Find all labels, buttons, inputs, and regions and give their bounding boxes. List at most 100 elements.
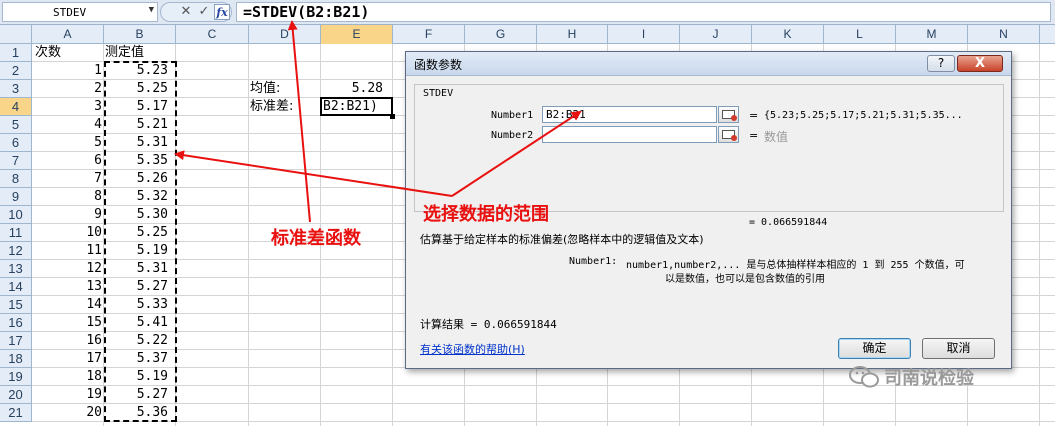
number1-ref-button[interactable] [718, 106, 739, 123]
column-header-a[interactable]: A [32, 25, 104, 44]
select-all-corner[interactable] [0, 25, 32, 44]
row-header-17[interactable]: 17 [0, 332, 32, 350]
cell-b1[interactable]: 测定值 [105, 44, 144, 62]
column-header-b[interactable]: B [104, 25, 176, 44]
cell-d4[interactable]: 标准差: [250, 98, 293, 116]
cell-a17[interactable]: 16 [32, 332, 102, 350]
cell-a12[interactable]: 11 [32, 242, 102, 260]
column-header-m[interactable]: M [896, 25, 968, 44]
active-cell-text: B2:B21) [323, 99, 378, 114]
cell-a21[interactable]: 20 [32, 404, 102, 422]
function-name: STDEV [420, 88, 457, 99]
cell-a9[interactable]: 8 [32, 188, 102, 206]
dialog-title: 函数参数 [414, 58, 463, 72]
formula-bar: STDEV ▼ ✕ ✓ fx =STDEV(B2:B21) [0, 0, 1055, 25]
number1-equals: = [749, 109, 759, 122]
range-select-icon [722, 130, 737, 141]
row-header-8[interactable]: 8 [0, 170, 32, 188]
cell-a5[interactable]: 4 [32, 116, 102, 134]
row-header-2[interactable]: 2 [0, 62, 32, 80]
cancel-button[interactable]: 取消 [922, 338, 995, 359]
cell-d3[interactable]: 均值: [250, 80, 280, 98]
chevron-down-icon[interactable]: ▼ [149, 5, 154, 15]
cancel-icon[interactable]: ✕ [178, 4, 194, 20]
cell-a16[interactable]: 15 [32, 314, 102, 332]
row-header-19[interactable]: 19 [0, 368, 32, 386]
fill-handle[interactable] [390, 114, 395, 119]
calc-result: 计算结果 = 0.066591844 [420, 318, 557, 331]
row-header-9[interactable]: 9 [0, 188, 32, 206]
help-button[interactable]: ? [927, 55, 955, 72]
row-header-7[interactable]: 7 [0, 152, 32, 170]
column-header-h[interactable]: H [537, 25, 608, 44]
insert-function-icon[interactable]: fx [214, 4, 230, 20]
row-header-15[interactable]: 15 [0, 296, 32, 314]
column-header-e[interactable]: E [321, 25, 393, 44]
row-header-10[interactable]: 10 [0, 206, 32, 224]
ok-button[interactable]: 确定 [838, 338, 911, 359]
number2-input[interactable] [542, 126, 717, 143]
column-header-d[interactable]: D [249, 25, 321, 44]
arg-help-name: Number1: [569, 256, 618, 267]
number2-equals: = [749, 129, 759, 142]
number2-result: 数值 [764, 130, 789, 144]
cell-a13[interactable]: 12 [32, 260, 102, 278]
row-header-3[interactable]: 3 [0, 80, 32, 98]
column-header-l[interactable]: L [824, 25, 896, 44]
formula-input[interactable]: =STDEV(B2:B21) [236, 2, 1051, 22]
column-header-j[interactable]: J [680, 25, 752, 44]
row-header-12[interactable]: 12 [0, 242, 32, 260]
arg-help-line2: 以是数值，也可以是包含数值的引用 [665, 274, 825, 285]
number1-label: Number1 [491, 110, 534, 121]
number2-label: Number2 [491, 130, 534, 141]
row-header-20[interactable]: 20 [0, 386, 32, 404]
cell-a15[interactable]: 14 [32, 296, 102, 314]
column-header-c[interactable]: C [176, 25, 249, 44]
cell-a14[interactable]: 13 [32, 278, 102, 296]
close-button[interactable]: X [957, 55, 1003, 72]
row-header-5[interactable]: 5 [0, 116, 32, 134]
row-header-1[interactable]: 1 [0, 44, 32, 62]
number1-input[interactable]: B2:B21 [542, 106, 717, 123]
cell-a20[interactable]: 19 [32, 386, 102, 404]
cell-e3[interactable]: 5.28 [320, 80, 383, 98]
row-header-4[interactable]: 4 [0, 98, 32, 116]
enter-icon[interactable]: ✓ [196, 4, 212, 20]
function-help-link[interactable]: 有关该函数的帮助(H) [420, 341, 525, 357]
arg-help-line1: number1,number2,... 是与总体抽样样本相应的 1 到 255 … [626, 260, 965, 271]
number2-ref-button[interactable] [718, 126, 739, 143]
cell-a4[interactable]: 3 [32, 98, 102, 116]
dialog-titlebar[interactable]: 函数参数 ? X [406, 52, 1011, 76]
active-cell-e4[interactable]: B2:B21) [320, 97, 393, 116]
row-header-18[interactable]: 18 [0, 350, 32, 368]
cell-a7[interactable]: 6 [32, 152, 102, 170]
cell-a18[interactable]: 17 [32, 350, 102, 368]
column-header-k[interactable]: K [752, 25, 824, 44]
cell-a3[interactable]: 2 [32, 80, 102, 98]
column-header-i[interactable]: I [608, 25, 680, 44]
cell-a8[interactable]: 7 [32, 170, 102, 188]
cell-a10[interactable]: 9 [32, 206, 102, 224]
column-header-g[interactable]: G [465, 25, 537, 44]
cell-a6[interactable]: 5 [32, 134, 102, 152]
annotation-stdev-function: 标准差函数 [271, 228, 361, 249]
number1-result: {5.23;5.25;5.17;5.21;5.31;5.35... [764, 110, 963, 121]
row-header-16[interactable]: 16 [0, 314, 32, 332]
row-header-13[interactable]: 13 [0, 260, 32, 278]
arguments-group [414, 84, 1004, 212]
row-header-11[interactable]: 11 [0, 224, 32, 242]
row-header-21[interactable]: 21 [0, 404, 32, 422]
cell-a2[interactable]: 1 [32, 62, 102, 80]
grid-hline [32, 421, 1055, 422]
name-box[interactable]: STDEV ▼ [2, 2, 158, 22]
cell-a19[interactable]: 18 [32, 368, 102, 386]
column-headers: ABCDEFGHIJKLMN [0, 25, 1055, 44]
column-header-f[interactable]: F [393, 25, 465, 44]
grid-vline [1039, 44, 1040, 426]
cell-a1[interactable]: 次数 [35, 44, 61, 62]
function-description: 估算基于给定样本的标准偏差(忽略样本中的逻辑值及文本) [420, 233, 704, 246]
column-header-n[interactable]: N [968, 25, 1040, 44]
row-header-14[interactable]: 14 [0, 278, 32, 296]
row-header-6[interactable]: 6 [0, 134, 32, 152]
cell-a11[interactable]: 10 [32, 224, 102, 242]
